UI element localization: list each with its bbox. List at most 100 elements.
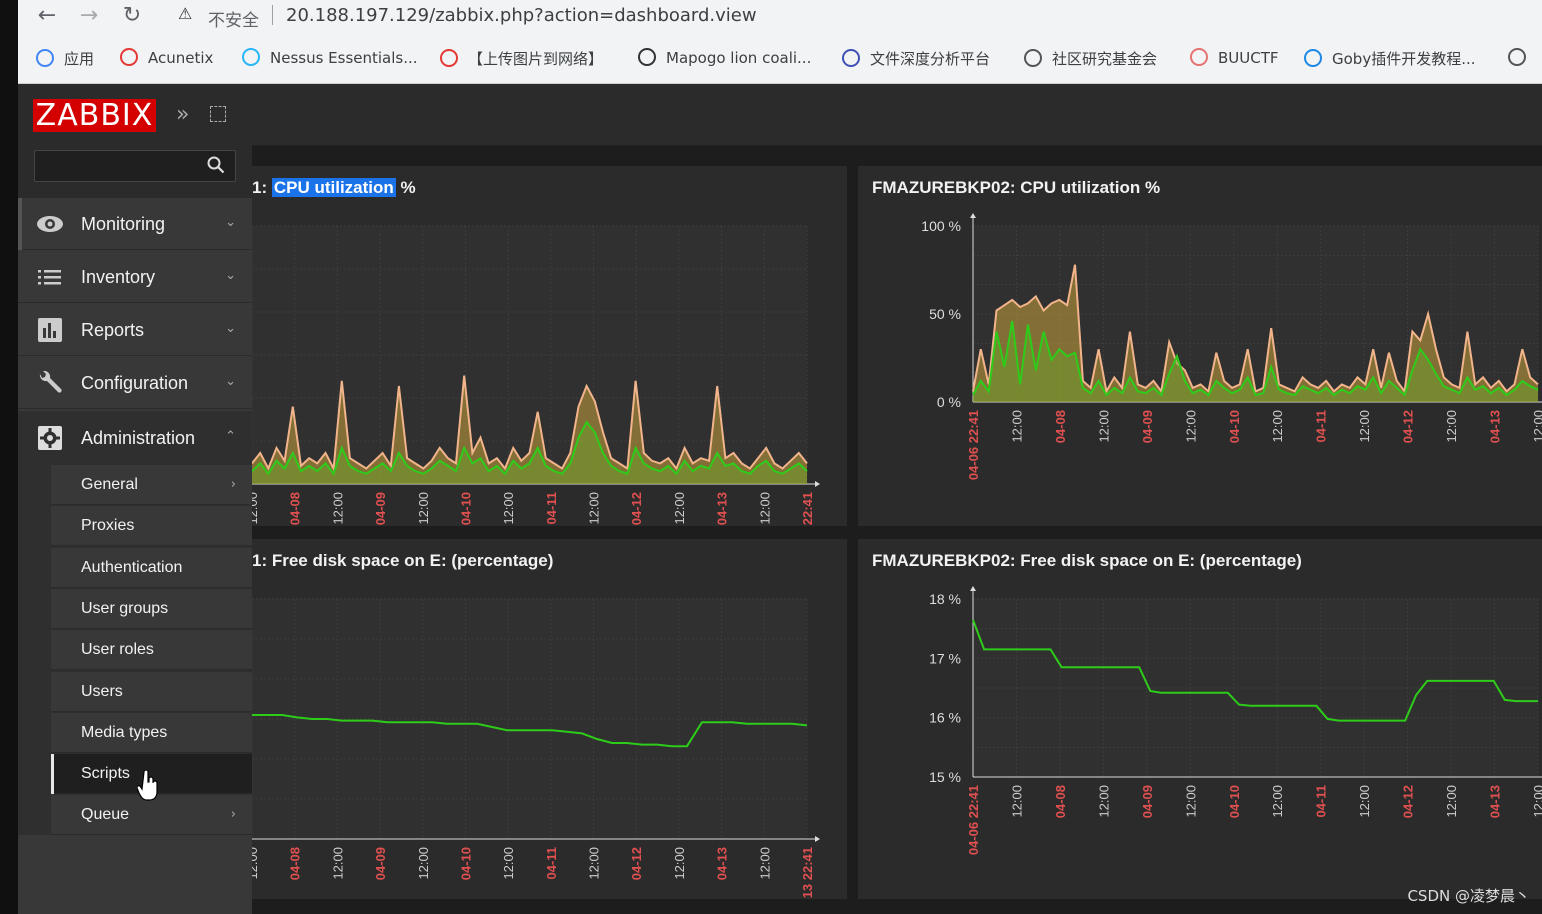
zabbix-logo[interactable]: ZABBIX	[33, 99, 156, 132]
x-tick-label: 12:00	[501, 847, 516, 880]
bookmark-label: 文件深度分析平台	[870, 50, 991, 68]
list-icon	[38, 270, 61, 285]
menu-configuration[interactable]: Configuration ⌄	[18, 357, 252, 409]
x-tick-label: 04-11	[1314, 785, 1329, 818]
bookmark-item[interactable]: 社区研究基金会	[1024, 48, 1157, 69]
bookmark-label: Acunetix	[148, 49, 214, 67]
back-arrow-icon[interactable]: ←	[34, 3, 60, 29]
x-tick-label: 12:00	[757, 492, 772, 525]
menu-administration[interactable]: Administration ⌃	[18, 411, 252, 465]
reload-icon[interactable]: ↻	[119, 3, 145, 29]
collapse-sidebar-icon[interactable]: »	[176, 102, 189, 127]
x-tick-label: 12:00	[1357, 785, 1372, 818]
submenu-item-user-groups[interactable]: User groups	[51, 588, 252, 629]
title-highlight: CPU utilization	[271, 178, 396, 197]
widget-free-disk-1[interactable]: 12:00 04-08 12:00 04-09 12:00 04-10 12:00 04-11…	[252, 539, 847, 899]
x-tick-label: 12:00	[587, 492, 602, 525]
menu-label: Administration	[81, 428, 196, 448]
bookmark-item[interactable]: 【上传图片到网络】	[440, 48, 603, 69]
search-icon[interactable]	[207, 156, 225, 174]
menu-reports[interactable]: Reports ⌄	[18, 304, 252, 356]
logo-area: ZABBIX »	[18, 84, 252, 146]
submenu-item-users[interactable]: Users	[51, 671, 252, 712]
x-tick-label: 04-12	[629, 492, 644, 525]
search-area	[18, 146, 252, 198]
x-tick-label: 04-09	[373, 847, 388, 880]
x-tick-label: 04-08	[288, 492, 303, 525]
apps-grid-icon	[36, 49, 54, 67]
bookmarks-bar: 应用 Acunetix Nessus Essentials... 【上传图片到网络】 M…	[18, 44, 1542, 74]
bookmark-label: Mapogo lion coali...	[666, 49, 812, 67]
chevron-down-icon: ⌄	[225, 215, 236, 230]
menu-label: Monitoring	[81, 214, 166, 234]
x-tick-label: 12:00	[1009, 410, 1024, 443]
page-header	[252, 84, 1542, 146]
x-tick-label: 04-13	[715, 492, 730, 525]
bookmark-label: Goby插件开发教程...	[1332, 50, 1476, 68]
bookmark-item[interactable]	[1508, 48, 1536, 67]
chevron-up-icon: ⌃	[225, 429, 236, 444]
widget-title: FMAZUREBKP02: Free disk space on E: (per…	[872, 551, 1302, 570]
x-tick-label: 04-13	[715, 847, 730, 880]
address-bar[interactable]: 20.188.197.129/zabbix.php?action=dashboa…	[286, 5, 757, 26]
wrench-icon	[39, 370, 62, 393]
submenu-item-authentication[interactable]: Authentication	[51, 547, 252, 588]
y-axis-arrow	[970, 586, 976, 591]
browser-bar: ← → ↻ ⚠ 不安全 20.188.197.129/zabbix.php?ac…	[18, 0, 1542, 84]
x-tick-label: 04-09	[1140, 410, 1155, 443]
submenu-label: User roles	[81, 641, 154, 659]
x-tick-label: 04-10	[458, 492, 473, 525]
nessus-icon	[242, 48, 260, 66]
search-input[interactable]	[34, 150, 236, 182]
menu-inventory[interactable]: Inventory ⌄	[18, 251, 252, 303]
x-tick-label: 04-13 22:41	[800, 492, 815, 526]
insecure-label[interactable]: 不安全	[208, 6, 259, 31]
url-divider	[272, 5, 273, 25]
menu-label: Configuration	[81, 373, 189, 393]
submenu-item-media-types[interactable]: Media types	[51, 712, 252, 753]
x-tick-label: 04-10	[1227, 785, 1242, 818]
submenu-item-general[interactable]: General ›	[51, 465, 252, 505]
x-tick-label: 12:00	[1183, 410, 1198, 443]
menu-monitoring[interactable]: Monitoring ⌄	[18, 198, 252, 250]
kiosk-mode-icon[interactable]	[210, 106, 226, 122]
widget-cpu-utilization-1[interactable]: 12:00 04-08 12:00 04-09 12:00 04-10 12:00 04-11…	[252, 166, 847, 526]
eye-icon	[37, 216, 63, 232]
chevron-down-icon: ⌄	[225, 268, 236, 283]
widget-cpu-utilization-2[interactable]: 100 % 50 % 0 % 04-06 22:41 12:00 04-08 12:00 04…	[858, 166, 1542, 526]
bookmark-item[interactable]: 应用	[36, 48, 94, 69]
x-tick-label: 04-10	[458, 847, 473, 880]
x-axis-arrow	[815, 481, 820, 487]
menu-label: Reports	[81, 320, 145, 340]
submenu-label: Media types	[81, 723, 168, 741]
x-tick-label: 12:00	[252, 492, 260, 525]
bookmark-item[interactable]: Acunetix	[120, 48, 213, 67]
title-suffix: %	[395, 178, 416, 197]
forward-arrow-icon[interactable]: →	[76, 3, 102, 29]
bookmark-item[interactable]: BUUCTF	[1190, 48, 1279, 67]
submenu-item-proxies[interactable]: Proxies	[51, 506, 252, 547]
x-tick-label: 04-09	[373, 492, 388, 525]
wikipedia-icon	[638, 48, 656, 66]
bookmark-label: Nessus Essentials...	[270, 49, 418, 67]
bookmark-item[interactable]: 文件深度分析平台	[842, 48, 990, 69]
submenu-label: User groups	[81, 599, 169, 617]
widget-free-disk-2[interactable]: 18 % 17 % 16 % 15 % 04-06 22:41 12:00 04-08 12:…	[858, 539, 1542, 899]
x-tick-label: 12:00	[757, 847, 772, 880]
widget-title: 1: Free disk space on E: (percentage)	[252, 551, 554, 570]
submenu-item-user-roles[interactable]: User roles	[51, 630, 252, 671]
x-axis-arrow	[815, 836, 820, 842]
chevron-down-icon: ⌄	[225, 374, 236, 389]
warning-icon[interactable]: ⚠	[178, 4, 192, 23]
acunetix-icon	[120, 48, 138, 66]
submenu-label: Users	[81, 682, 123, 700]
bookmark-item[interactable]: Nessus Essentials...	[242, 48, 418, 67]
bookmark-item[interactable]: Goby插件开发教程...	[1304, 48, 1476, 69]
x-tick-label: 12:00	[1096, 410, 1111, 443]
x-tick-label: 04-08	[288, 847, 303, 880]
x-tick-label: 04-06 22:41	[966, 785, 981, 855]
bookmark-item[interactable]: Mapogo lion coali...	[638, 48, 811, 67]
analysis-icon	[842, 49, 860, 67]
bookmark-label: 社区研究基金会	[1052, 50, 1158, 68]
x-tick-label: 12:00	[1096, 785, 1111, 818]
